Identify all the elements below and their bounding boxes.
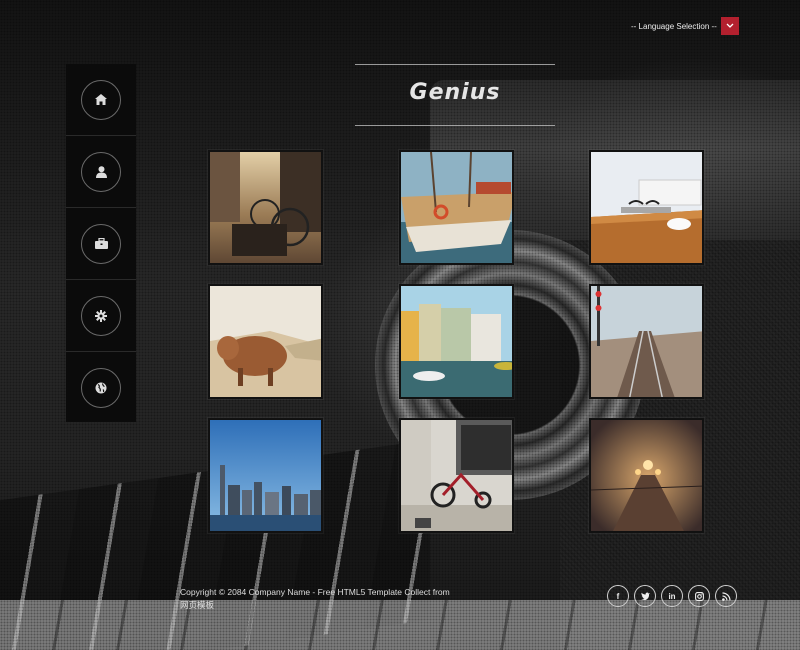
user-icon xyxy=(95,165,107,178)
sidebar-item-portfolio[interactable] xyxy=(66,208,136,280)
copyright-text: Copyright © 2084 Company Name - Free HTM… xyxy=(180,587,450,610)
nav-circle xyxy=(81,223,121,264)
logo-rule-bottom xyxy=(355,125,555,126)
gallery-item-highland-cow[interactable] xyxy=(208,284,323,399)
gallery-image xyxy=(401,152,512,263)
sidebar-item-settings[interactable] xyxy=(66,280,136,352)
site-logo[interactable]: Genius xyxy=(355,80,555,105)
gallery-item-street-bicycles[interactable] xyxy=(208,150,323,265)
gallery-image xyxy=(591,286,702,397)
gallery-item-city-skyline[interactable] xyxy=(208,418,323,533)
gallery-image xyxy=(591,152,702,263)
twitter-button[interactable] xyxy=(634,585,656,607)
gallery-item-desk-glasses[interactable] xyxy=(589,150,704,265)
gallery-image xyxy=(401,420,512,531)
language-selector-label: -- Language Selection -- xyxy=(631,21,717,31)
nav-circle xyxy=(81,295,121,336)
gallery-item-red-tricycle[interactable] xyxy=(399,418,514,533)
rss-icon xyxy=(721,591,731,601)
sidebar-item-profile[interactable] xyxy=(66,136,136,208)
gallery-image xyxy=(210,152,321,263)
globe-icon xyxy=(95,382,107,394)
gear-icon xyxy=(95,309,107,322)
briefcase-icon xyxy=(94,238,108,249)
gallery-image xyxy=(401,286,512,397)
sidebar-nav xyxy=(66,64,136,422)
facebook-button[interactable]: f xyxy=(607,585,629,607)
gallery-item-railway-tracks[interactable] xyxy=(589,284,704,399)
logo-rule-top xyxy=(355,64,555,65)
linkedin-icon: in xyxy=(668,591,676,601)
sidebar-item-home[interactable] xyxy=(66,64,136,136)
social-links: f in xyxy=(607,585,737,607)
language-dropdown-button[interactable] xyxy=(720,17,739,35)
gallery-item-foggy-train[interactable] xyxy=(589,418,704,533)
gallery-image xyxy=(210,420,321,531)
rss-button[interactable] xyxy=(715,585,737,607)
sidebar-item-global[interactable] xyxy=(66,352,136,424)
gallery-image xyxy=(591,420,702,531)
nav-circle xyxy=(81,151,121,192)
nav-circle xyxy=(81,79,121,120)
twitter-icon xyxy=(640,592,650,600)
linkedin-button[interactable]: in xyxy=(661,585,683,607)
nav-circle xyxy=(81,368,121,408)
instagram-button[interactable] xyxy=(688,585,710,607)
home-icon xyxy=(95,94,107,105)
chevron-down-icon xyxy=(726,23,734,28)
facebook-icon: f xyxy=(616,591,620,601)
gallery-image xyxy=(210,286,321,397)
gallery-item-harbor-boat[interactable] xyxy=(399,150,514,265)
gallery-item-canal-houses[interactable] xyxy=(399,284,514,399)
language-selector[interactable]: -- Language Selection -- xyxy=(631,17,739,35)
instagram-icon xyxy=(694,591,704,601)
